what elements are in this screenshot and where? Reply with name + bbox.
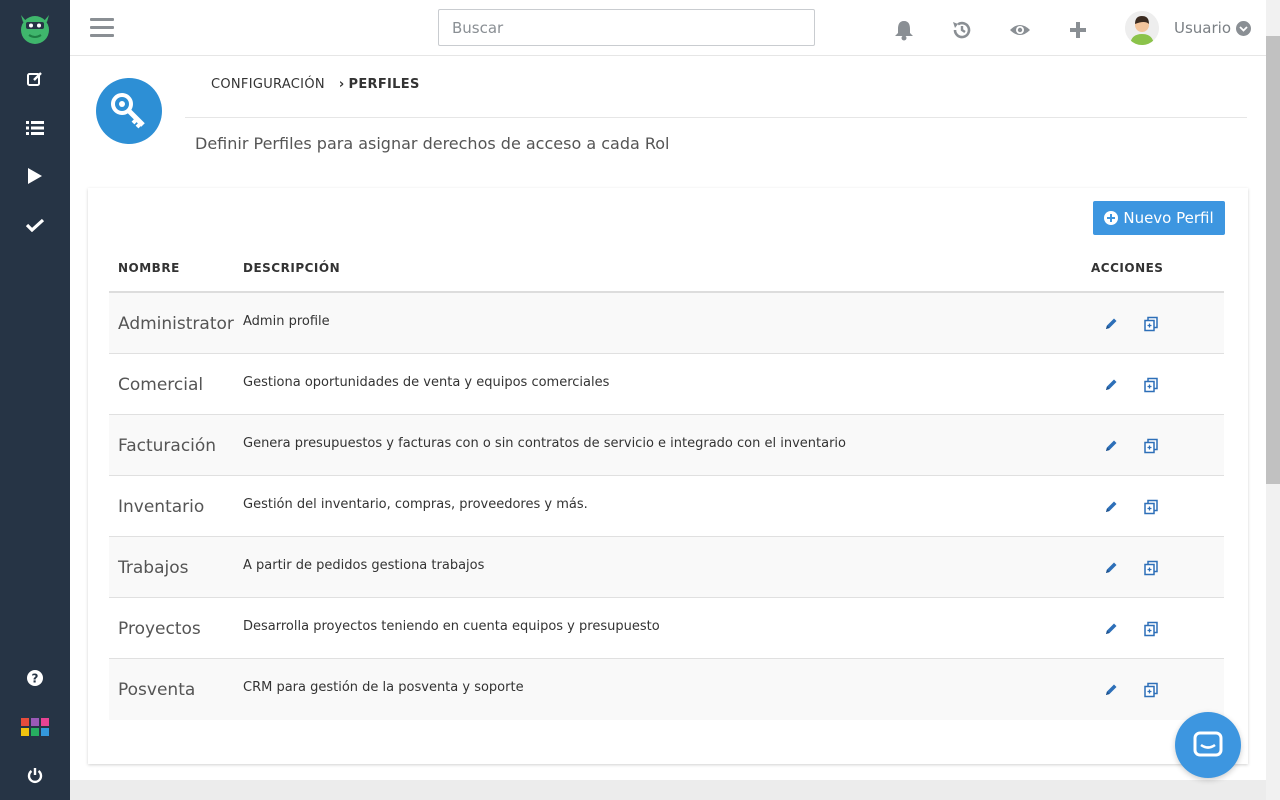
sidebar: ? xyxy=(0,0,70,800)
avatar[interactable] xyxy=(1125,11,1159,45)
copy-icon[interactable] xyxy=(1142,681,1160,699)
bell-icon[interactable] xyxy=(892,18,916,42)
breadcrumb-current: PERFILES xyxy=(348,77,420,92)
table-row[interactable]: Trabajos A partir de pedidos gestiona tra… xyxy=(109,537,1224,598)
topbar: Usuario xyxy=(70,0,1266,56)
copy-icon[interactable] xyxy=(1142,315,1160,333)
profile-description: Desarrolla proyectos teniendo en cuenta … xyxy=(243,619,660,634)
breadcrumb-separator: › xyxy=(338,77,345,92)
page-footer-band xyxy=(70,780,1266,800)
scrollbar-thumb[interactable] xyxy=(1266,36,1280,484)
list-icon[interactable] xyxy=(21,114,49,142)
table-row[interactable]: Posventa CRM para gestión de la posventa … xyxy=(109,659,1224,720)
table-row[interactable]: Proyectos Desarrolla proyectos teniendo e… xyxy=(109,598,1224,659)
plus-circle-icon xyxy=(1104,211,1119,225)
profile-description: Gestión del inventario, compras, proveed… xyxy=(243,497,588,512)
key-icon xyxy=(96,78,162,144)
copy-icon[interactable] xyxy=(1142,559,1160,577)
edit-icon[interactable] xyxy=(1102,498,1120,516)
logo-icon[interactable] xyxy=(17,9,53,45)
search-input[interactable] xyxy=(438,9,815,46)
profile-description: Genera presupuestos y facturas con o sin… xyxy=(243,436,846,451)
table-row[interactable]: Administrator Admin profile xyxy=(109,293,1224,354)
chat-icon xyxy=(1193,731,1223,757)
plus-icon[interactable] xyxy=(1066,18,1090,42)
edit-icon[interactable] xyxy=(1102,437,1120,455)
copy-icon[interactable] xyxy=(1142,376,1160,394)
profile-name: Trabajos xyxy=(118,558,189,578)
chat-launcher-button[interactable] xyxy=(1175,712,1241,778)
table-row[interactable]: Inventario Gestión del inventario, compra… xyxy=(109,476,1224,537)
menu-toggle-icon[interactable] xyxy=(90,18,114,38)
edit-icon[interactable] xyxy=(1102,376,1120,394)
help-icon[interactable]: ? xyxy=(21,664,49,692)
eye-icon[interactable] xyxy=(1008,18,1032,42)
breadcrumb: CONFIGURACIÓN › PERFILES xyxy=(211,77,420,92)
copy-icon[interactable] xyxy=(1142,620,1160,638)
new-profile-label: Nuevo Perfil xyxy=(1123,209,1214,227)
edit-icon[interactable] xyxy=(1102,315,1120,333)
edit-icon[interactable] xyxy=(1102,681,1120,699)
edit-icon[interactable] xyxy=(21,65,49,93)
history-icon[interactable] xyxy=(950,18,974,42)
check-icon[interactable] xyxy=(21,211,49,239)
column-header-name[interactable]: NOMBRE xyxy=(118,261,180,275)
chevron-down-icon[interactable] xyxy=(1236,21,1251,36)
svg-text:?: ? xyxy=(32,672,39,686)
profile-description: Gestiona oportunidades de venta y equipo… xyxy=(243,375,610,390)
power-icon[interactable] xyxy=(21,761,49,789)
breadcrumb-parent[interactable]: CONFIGURACIÓN xyxy=(211,77,325,92)
profile-description: A partir de pedidos gestiona trabajos xyxy=(243,558,485,573)
apps-grid-icon[interactable] xyxy=(21,714,49,742)
header-divider xyxy=(185,117,1247,118)
copy-icon[interactable] xyxy=(1142,498,1160,516)
new-profile-button[interactable]: Nuevo Perfil xyxy=(1093,201,1225,235)
profile-name: Comercial xyxy=(118,375,204,395)
copy-icon[interactable] xyxy=(1142,437,1160,455)
table-row[interactable]: Comercial Gestiona oportunidades de venta… xyxy=(109,354,1224,415)
profile-description: CRM para gestión de la posventa y soport… xyxy=(243,680,524,695)
table-row[interactable]: Facturación Genera presupuestos y factura… xyxy=(109,415,1224,476)
user-name[interactable]: Usuario xyxy=(1174,19,1231,37)
profile-name: Facturación xyxy=(118,436,217,456)
profile-name: Administrator xyxy=(118,314,234,334)
edit-icon[interactable] xyxy=(1102,559,1120,577)
profile-name: Posventa xyxy=(118,680,196,700)
profile-name: Proyectos xyxy=(118,619,201,639)
column-header-actions: ACCIONES xyxy=(1091,261,1164,275)
page-subtitle: Definir Perfiles para asignar derechos d… xyxy=(195,134,670,153)
profile-name: Inventario xyxy=(118,497,205,517)
profile-description: Admin profile xyxy=(243,314,330,329)
edit-icon[interactable] xyxy=(1102,620,1120,638)
play-icon[interactable] xyxy=(21,162,49,190)
column-header-description[interactable]: DESCRIPCIÓN xyxy=(243,261,340,275)
